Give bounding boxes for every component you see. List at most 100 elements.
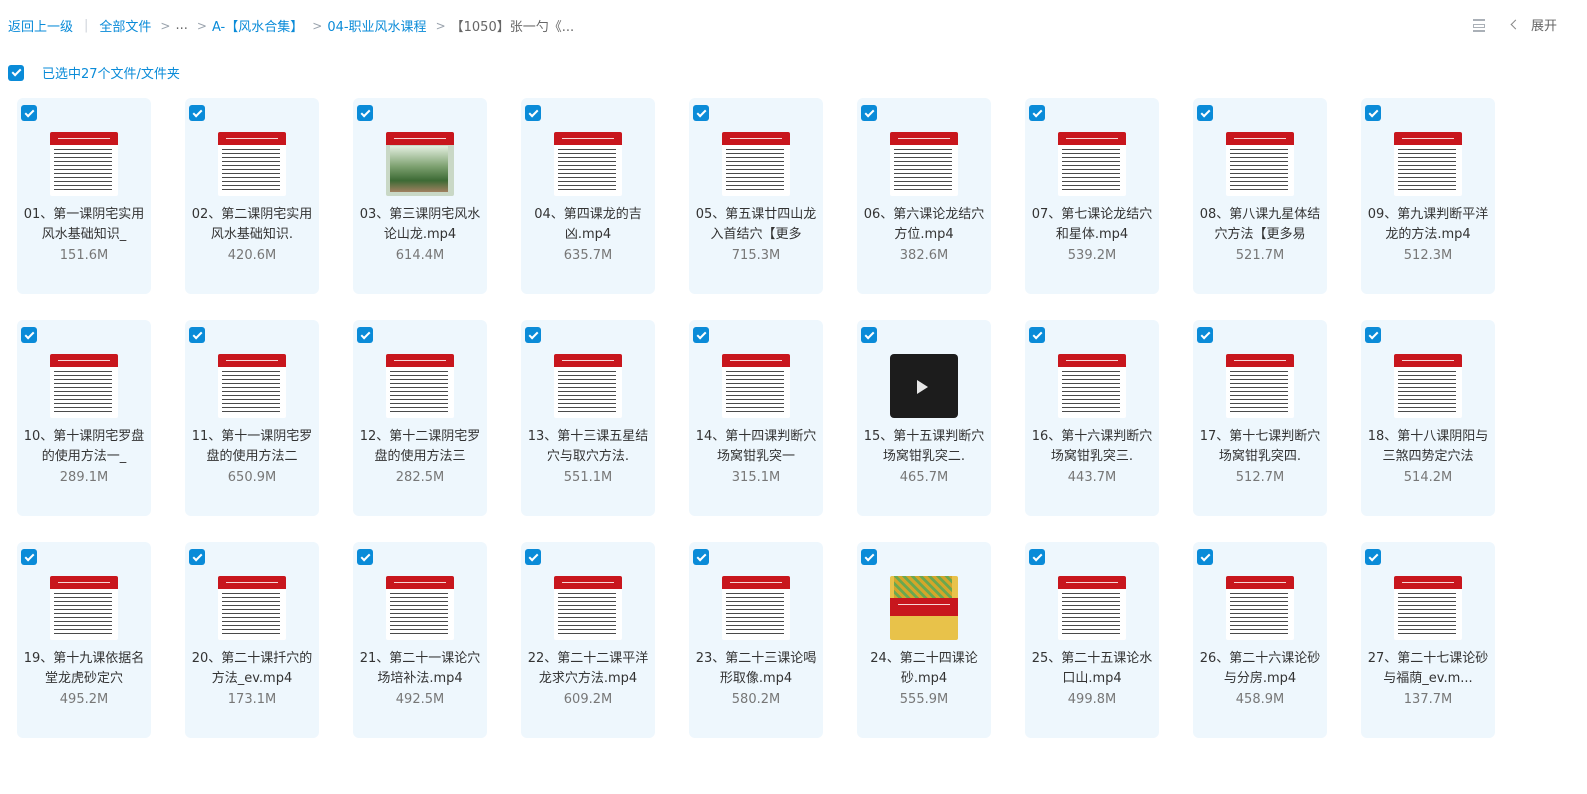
file-checkbox[interactable] xyxy=(189,549,205,565)
file-checkbox[interactable] xyxy=(189,327,205,343)
file-checkbox[interactable] xyxy=(357,105,373,121)
file-card[interactable]: 12、第十二课阴宅罗盘的使用方法三 282.5M xyxy=(353,320,487,516)
file-name[interactable]: 13、第十三课五星结穴与取穴方法. xyxy=(527,427,649,467)
file-card[interactable]: 23、第二十三课论喝形取像.mp4 580.2M xyxy=(689,542,823,738)
file-checkbox[interactable] xyxy=(525,549,541,565)
video-thumbnail[interactable] xyxy=(1058,132,1126,196)
file-name[interactable]: 21、第二十一课论穴场培补法.mp4 xyxy=(359,649,481,689)
video-thumbnail[interactable] xyxy=(386,576,454,640)
select-all-checkbox[interactable] xyxy=(8,64,24,81)
video-thumbnail[interactable] xyxy=(1226,354,1294,418)
file-card[interactable]: 10、第十课阴宅罗盘的使用方法一_ 289.1M xyxy=(17,320,151,516)
file-checkbox[interactable] xyxy=(525,105,541,121)
file-name[interactable]: 16、第十六课判断穴场窝钳乳突三. xyxy=(1031,427,1153,467)
back-link[interactable]: 返回上一级 xyxy=(8,16,73,35)
video-thumbnail[interactable] xyxy=(386,354,454,418)
file-card[interactable]: 02、第二课阴宅实用风水基础知识. 420.6M xyxy=(185,98,319,294)
file-card[interactable]: 01、第一课阴宅实用风水基础知识_ 151.6M xyxy=(17,98,151,294)
file-name[interactable]: 07、第七课论龙结穴和星体.mp4 xyxy=(1031,205,1153,245)
file-card[interactable]: 05、第五课廿四山龙入首结穴【更多 715.3M xyxy=(689,98,823,294)
file-name[interactable]: 08、第八课九星体结穴方法【更多易 xyxy=(1199,205,1321,245)
file-name[interactable]: 22、第二十二课平洋龙求穴方法.mp4 xyxy=(527,649,649,689)
video-thumbnail[interactable] xyxy=(218,132,286,196)
file-checkbox[interactable] xyxy=(1197,327,1213,343)
file-name[interactable]: 01、第一课阴宅实用风水基础知识_ xyxy=(23,205,145,245)
file-card[interactable]: 04、第四课龙的吉凶.mp4 635.7M xyxy=(521,98,655,294)
file-name[interactable]: 10、第十课阴宅罗盘的使用方法一_ xyxy=(23,427,145,467)
file-name[interactable]: 06、第六课论龙结穴方位.mp4 xyxy=(863,205,985,245)
file-card[interactable]: 26、第二十六课论砂与分房.mp4 458.9M xyxy=(1193,542,1327,738)
file-card[interactable]: 21、第二十一课论穴场培补法.mp4 492.5M xyxy=(353,542,487,738)
file-checkbox[interactable] xyxy=(1029,327,1045,343)
file-checkbox[interactable] xyxy=(1197,549,1213,565)
file-checkbox[interactable] xyxy=(693,549,709,565)
video-thumbnail[interactable] xyxy=(1058,576,1126,640)
file-checkbox[interactable] xyxy=(357,549,373,565)
video-thumbnail[interactable] xyxy=(722,576,790,640)
video-thumbnail[interactable] xyxy=(1226,576,1294,640)
file-name[interactable]: 26、第二十六课论砂与分房.mp4 xyxy=(1199,649,1321,689)
file-checkbox[interactable] xyxy=(1029,549,1045,565)
file-checkbox[interactable] xyxy=(693,105,709,121)
expand-button[interactable]: 展开 xyxy=(1510,15,1557,34)
video-thumbnail[interactable] xyxy=(1394,354,1462,418)
file-checkbox[interactable] xyxy=(357,327,373,343)
breadcrumb-level2[interactable]: 04-职业风水课程 xyxy=(327,16,426,35)
file-name[interactable]: 18、第十八课阴阳与三煞四势定穴法 xyxy=(1367,427,1489,467)
file-card[interactable]: 27、第二十七课论砂与福荫_ev.m... 137.7M xyxy=(1361,542,1495,738)
breadcrumb-level1[interactable]: A-【风水合集】 xyxy=(212,16,303,35)
file-name[interactable]: 09、第九课判断平洋龙的方法.mp4 xyxy=(1367,205,1489,245)
video-thumbnail[interactable] xyxy=(890,132,958,196)
file-checkbox[interactable] xyxy=(21,105,37,121)
file-name[interactable]: 20、第二十课扦穴的方法_ev.mp4 xyxy=(191,649,313,689)
file-card[interactable]: 15、第十五课判断穴场窝钳乳突二. 465.7M xyxy=(857,320,991,516)
file-card[interactable]: 08、第八课九星体结穴方法【更多易 521.7M xyxy=(1193,98,1327,294)
video-thumbnail[interactable] xyxy=(722,354,790,418)
file-card[interactable]: 09、第九课判断平洋龙的方法.mp4 512.3M xyxy=(1361,98,1495,294)
file-name[interactable]: 14、第十四课判断穴场窝钳乳突一 xyxy=(695,427,817,467)
file-name[interactable]: 25、第二十五课论水口山.mp4 xyxy=(1031,649,1153,689)
file-card[interactable]: 13、第十三课五星结穴与取穴方法. 551.1M xyxy=(521,320,655,516)
file-checkbox[interactable] xyxy=(189,105,205,121)
file-name[interactable]: 19、第十九课依据名堂龙虎砂定穴 xyxy=(23,649,145,689)
breadcrumb-all-files[interactable]: 全部文件 xyxy=(99,16,151,35)
file-name[interactable]: 03、第三课阴宅风水论山龙.mp4 xyxy=(359,205,481,245)
file-checkbox[interactable] xyxy=(1029,105,1045,121)
file-name[interactable]: 24、第二十四课论砂.mp4 xyxy=(863,649,985,689)
file-card[interactable]: 18、第十八课阴阳与三煞四势定穴法 514.2M xyxy=(1361,320,1495,516)
video-thumbnail[interactable] xyxy=(554,576,622,640)
video-thumbnail[interactable] xyxy=(50,132,118,196)
video-thumbnail[interactable] xyxy=(218,354,286,418)
file-name[interactable]: 17、第十七课判断穴场窝钳乳突四. xyxy=(1199,427,1321,467)
list-view-icon[interactable] xyxy=(1472,18,1486,32)
video-thumbnail[interactable] xyxy=(554,132,622,196)
file-checkbox[interactable] xyxy=(1365,105,1381,121)
file-card[interactable]: 07、第七课论龙结穴和星体.mp4 539.2M xyxy=(1025,98,1159,294)
file-card[interactable]: 16、第十六课判断穴场窝钳乳突三. 443.7M xyxy=(1025,320,1159,516)
file-name[interactable]: 27、第二十七课论砂与福荫_ev.m... xyxy=(1367,649,1489,689)
file-card[interactable]: 24、第二十四课论砂.mp4 555.9M xyxy=(857,542,991,738)
file-card[interactable]: 22、第二十二课平洋龙求穴方法.mp4 609.2M xyxy=(521,542,655,738)
file-card[interactable]: 14、第十四课判断穴场窝钳乳突一 315.1M xyxy=(689,320,823,516)
video-thumbnail[interactable] xyxy=(890,354,958,418)
video-thumbnail[interactable] xyxy=(1058,354,1126,418)
video-thumbnail[interactable] xyxy=(218,576,286,640)
file-card[interactable]: 03、第三课阴宅风水论山龙.mp4 614.4M xyxy=(353,98,487,294)
file-name[interactable]: 04、第四课龙的吉凶.mp4 xyxy=(527,205,649,245)
file-name[interactable]: 12、第十二课阴宅罗盘的使用方法三 xyxy=(359,427,481,467)
file-checkbox[interactable] xyxy=(21,327,37,343)
file-checkbox[interactable] xyxy=(693,327,709,343)
file-checkbox[interactable] xyxy=(861,549,877,565)
video-thumbnail[interactable] xyxy=(1394,576,1462,640)
file-checkbox[interactable] xyxy=(861,327,877,343)
video-thumbnail[interactable] xyxy=(50,576,118,640)
video-thumbnail[interactable] xyxy=(50,354,118,418)
file-name[interactable]: 02、第二课阴宅实用风水基础知识. xyxy=(191,205,313,245)
video-thumbnail[interactable] xyxy=(722,132,790,196)
video-thumbnail[interactable] xyxy=(890,576,958,640)
file-card[interactable]: 06、第六课论龙结穴方位.mp4 382.6M xyxy=(857,98,991,294)
file-name[interactable]: 15、第十五课判断穴场窝钳乳突二. xyxy=(863,427,985,467)
video-thumbnail[interactable] xyxy=(554,354,622,418)
file-card[interactable]: 20、第二十课扦穴的方法_ev.mp4 173.1M xyxy=(185,542,319,738)
video-thumbnail[interactable] xyxy=(1394,132,1462,196)
